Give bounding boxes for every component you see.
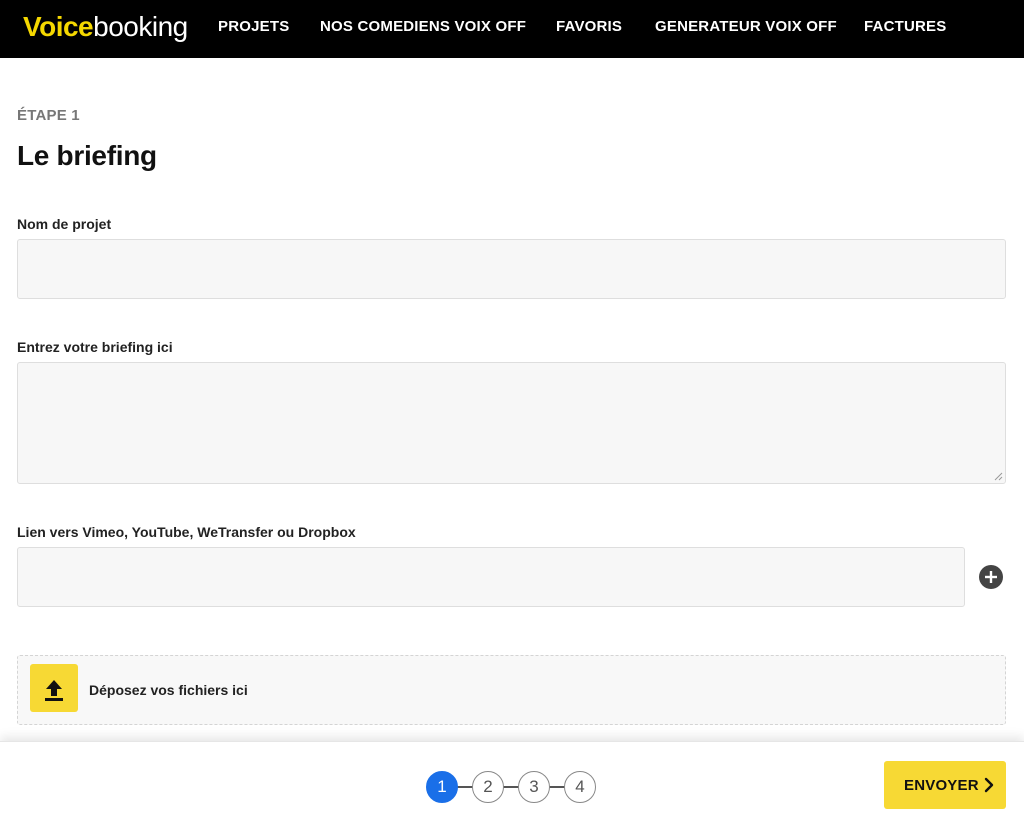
nav-item-factures[interactable]: FACTURES [864, 18, 946, 36]
upload-arrow-icon [45, 680, 63, 701]
chevron-right-icon [984, 777, 994, 793]
link-input[interactable] [17, 547, 965, 607]
step-3[interactable]: 3 [518, 771, 550, 803]
step-1[interactable]: 1 [426, 771, 458, 803]
briefing-textarea[interactable] [17, 362, 1006, 484]
file-dropzone[interactable]: Déposez vos fichiers ici [17, 655, 1006, 725]
logo-part-voice: Voice [23, 11, 94, 42]
resize-grip-icon[interactable] [993, 471, 1003, 481]
nav-item-generateur[interactable]: GENERATEUR VOIX OFF [655, 18, 837, 36]
top-navbar: Voicebooking PROJETS NOS COMEDIENS VOIX … [0, 0, 1024, 58]
add-link-button[interactable] [979, 565, 1003, 589]
voicebooking-logo[interactable]: Voicebooking [23, 9, 188, 45]
send-button-label: ENVOYER [904, 777, 979, 794]
step-indicator: 1 2 3 4 [426, 771, 598, 803]
project-name-label: Nom de projet [17, 216, 112, 232]
plus-circle-icon [985, 571, 997, 583]
step-2[interactable]: 2 [472, 771, 504, 803]
page-title: Le briefing [17, 140, 157, 171]
step-label: ÉTAPE 1 [17, 107, 80, 124]
send-button[interactable]: ENVOYER [884, 761, 1006, 809]
bottom-action-bar: 1 2 3 4 ENVOYER [0, 741, 1024, 827]
nav-item-comediens[interactable]: NOS COMEDIENS VOIX OFF [320, 18, 526, 36]
nav-item-projets[interactable]: PROJETS [218, 18, 289, 36]
project-name-input[interactable] [17, 239, 1006, 299]
logo-part-booking: booking [93, 11, 188, 42]
dropzone-text: Déposez vos fichiers ici [89, 682, 248, 698]
upload-button[interactable] [30, 664, 78, 712]
step-4[interactable]: 4 [564, 771, 596, 803]
briefing-label: Entrez votre briefing ici [17, 339, 173, 355]
nav-item-favoris[interactable]: FAVORIS [556, 18, 622, 36]
link-label: Lien vers Vimeo, YouTube, WeTransfer ou … [17, 524, 356, 540]
